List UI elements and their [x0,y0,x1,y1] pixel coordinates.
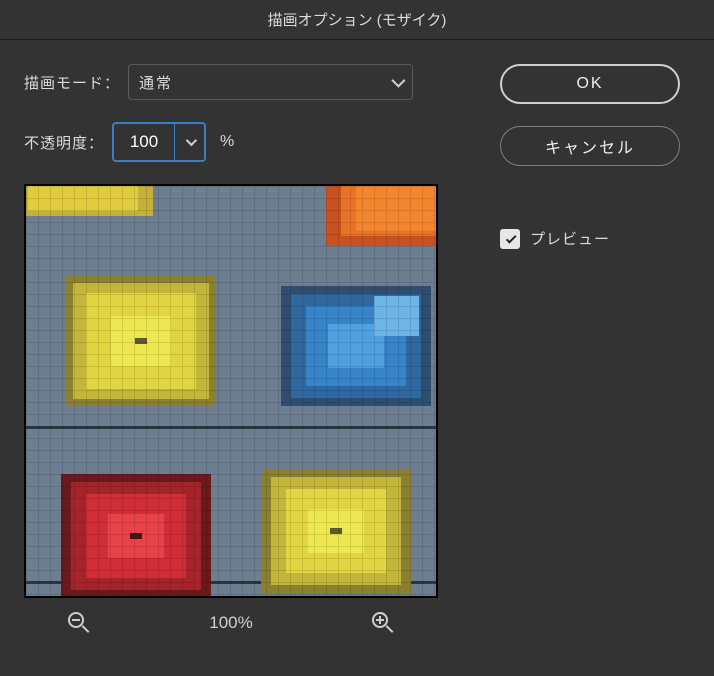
preview-checkbox-row: プレビュー [500,228,690,249]
blend-mode-select[interactable]: 通常 [128,64,413,100]
blend-mode-label: 描画モード： [24,72,120,93]
dialog-content: 描画モード： 通常 不透明度： 100 % [0,40,714,646]
right-panel: OK キャンセル プレビュー [500,64,690,634]
opacity-value[interactable]: 100 [114,124,174,160]
dialog-title: 描画オプション (モザイク) [268,9,447,30]
minus-icon [72,619,80,621]
checkmark-icon [505,232,516,243]
left-panel: 描画モード： 通常 不透明度： 100 % [24,64,452,634]
zoom-in-button[interactable] [372,612,394,634]
opacity-input[interactable]: 100 [112,122,206,162]
cancel-button[interactable]: キャンセル [500,126,680,166]
opacity-label: 不透明度： [24,132,104,153]
chevron-down-icon [391,74,405,88]
blend-mode-value: 通常 [139,72,173,93]
preview-checkbox-label: プレビュー [530,228,610,249]
opacity-unit: % [220,133,234,151]
zoom-controls: 100% [24,612,438,634]
preview-image [26,186,436,596]
opacity-stepper[interactable] [174,124,204,160]
chevron-down-icon [185,135,196,146]
cancel-button-label: キャンセル [545,134,635,158]
preview-checkbox[interactable] [500,229,520,249]
dialog-titlebar: 描画オプション (モザイク) [0,0,714,40]
zoom-level: 100% [209,613,252,633]
preview-area[interactable] [24,184,438,598]
blend-mode-row: 描画モード： 通常 [24,64,452,100]
zoom-out-button[interactable] [68,612,90,634]
ok-button[interactable]: OK [500,64,680,104]
ok-button-label: OK [576,75,603,93]
opacity-row: 不透明度： 100 % [24,122,452,162]
